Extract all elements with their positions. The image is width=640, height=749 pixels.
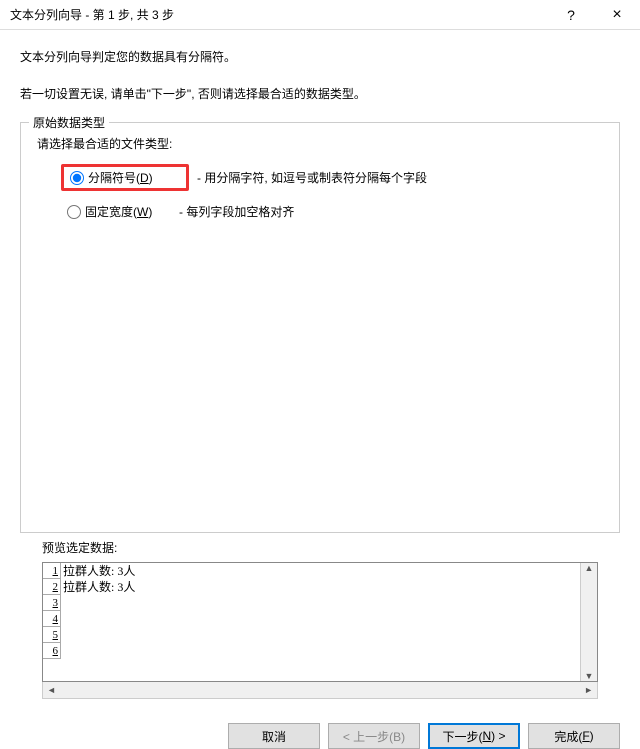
titlebar: 文本分列向导 - 第 1 步, 共 3 步 ? × (0, 0, 640, 30)
back-button[interactable]: < 上一步(B) (328, 723, 420, 749)
intro-line-2: 若一切设置无误, 请单击"下一步", 否则请选择最合适的数据类型。 (20, 85, 620, 102)
radio-fixed-label: 固定宽度(W) (85, 203, 152, 220)
row-num: 2 (43, 579, 61, 595)
button-row: 取消 < 上一步(B) 下一步(N) > 完成(F) (0, 709, 640, 749)
preview-box: 1 2 3 4 5 6 拉群人数: 3人 拉群人数: 3人 ▲ ▼ (42, 562, 598, 682)
preview-row (61, 627, 580, 643)
radio-fixed-desc: - 每列字段加空格对齐 (179, 203, 294, 220)
radio-delimited-input[interactable] (70, 171, 84, 185)
radio-fixed-input[interactable] (67, 205, 81, 219)
preview-row (61, 643, 580, 659)
radio-delimited[interactable]: 分隔符号(D) (70, 169, 180, 186)
radio-row-fixed: 固定宽度(W) - 每列字段加空格对齐 (61, 201, 603, 222)
vertical-scrollbar[interactable]: ▲ ▼ (580, 563, 597, 681)
horizontal-scrollbar[interactable]: ◄ ► (42, 682, 598, 699)
window-title: 文本分列向导 - 第 1 步, 共 3 步 (0, 6, 548, 23)
radio-fixed[interactable]: 固定宽度(W) (61, 201, 171, 222)
radio-row-delimited: 分隔符号(D) - 用分隔字符, 如逗号或制表符分隔每个字段 (61, 164, 603, 191)
finish-button[interactable]: 完成(F) (528, 723, 620, 749)
cancel-button[interactable]: 取消 (228, 723, 320, 749)
row-num: 3 (43, 595, 61, 611)
highlight-annotation: 分隔符号(D) (61, 164, 189, 191)
row-numbers: 1 2 3 4 5 6 (43, 563, 61, 681)
row-num: 4 (43, 611, 61, 627)
scroll-right-icon[interactable]: ► (580, 685, 597, 695)
close-icon[interactable]: × (594, 0, 640, 30)
group-legend: 原始数据类型 (29, 114, 109, 131)
scroll-down-icon[interactable]: ▼ (585, 671, 594, 681)
preview-row: 拉群人数: 3人 (61, 579, 580, 595)
preview-row: 拉群人数: 3人 (61, 563, 580, 579)
scroll-left-icon[interactable]: ◄ (43, 685, 60, 695)
radio-delimited-desc: - 用分隔字符, 如逗号或制表符分隔每个字段 (197, 169, 427, 186)
preview-label: 预览选定数据: (42, 539, 620, 556)
radio-delimited-label: 分隔符号(D) (88, 169, 153, 186)
preview-rows: 拉群人数: 3人 拉群人数: 3人 (61, 563, 580, 681)
next-button[interactable]: 下一步(N) > (428, 723, 520, 749)
data-type-group: 原始数据类型 请选择最合适的文件类型: 分隔符号(D) - 用分隔字符, 如逗号… (20, 122, 620, 533)
help-icon[interactable]: ? (548, 0, 594, 30)
file-type-prompt: 请选择最合适的文件类型: (37, 135, 603, 152)
preview-row (61, 611, 580, 627)
row-num: 1 (43, 563, 61, 579)
row-num: 5 (43, 627, 61, 643)
dialog-content: 文本分列向导判定您的数据具有分隔符。 若一切设置无误, 请单击"下一步", 否则… (0, 30, 640, 709)
row-num: 6 (43, 643, 61, 659)
scroll-up-icon[interactable]: ▲ (585, 563, 594, 573)
preview-row (61, 595, 580, 611)
intro-line-1: 文本分列向导判定您的数据具有分隔符。 (20, 48, 620, 65)
